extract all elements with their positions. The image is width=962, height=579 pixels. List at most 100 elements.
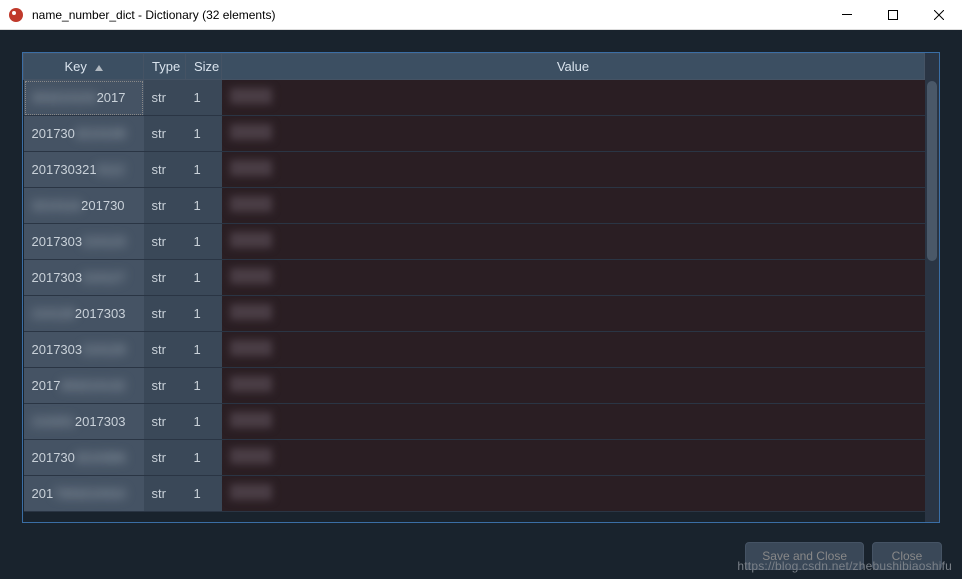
type-cell[interactable]: str <box>144 80 186 116</box>
type-cell[interactable]: str <box>144 332 186 368</box>
table-wrapper: Key Type Size Value 3032101042017str1201… <box>22 52 940 523</box>
type-cell[interactable]: str <box>144 224 186 260</box>
size-cell[interactable]: 1 <box>186 476 222 512</box>
key-cell[interactable]: 2017303210306 <box>24 440 144 476</box>
key-cell[interactable]: 2017303210108 <box>24 116 144 152</box>
column-header-size[interactable]: Size <box>186 54 222 80</box>
value-cell[interactable] <box>222 224 925 260</box>
key-cell[interactable]: 2102012017303 <box>24 404 144 440</box>
table-row[interactable]: 2017303210112str1 <box>24 152 925 188</box>
key-visible-part: 201730 <box>32 126 75 141</box>
type-cell[interactable]: str <box>144 404 186 440</box>
type-cell[interactable]: str <box>144 188 186 224</box>
key-cell[interactable]: 3210116201730 <box>24 188 144 224</box>
key-cell[interactable]: 2101282017303 <box>24 296 144 332</box>
column-header-key[interactable]: Key <box>24 54 144 80</box>
column-header-type[interactable]: Type <box>144 54 186 80</box>
maximize-button[interactable] <box>870 0 916 29</box>
close-button[interactable] <box>916 0 962 29</box>
key-redacted-part: 3210116 <box>32 198 82 213</box>
key-redacted-part: 303210132 <box>60 378 125 393</box>
key-visible-part: 201730 <box>32 450 75 465</box>
value-cell[interactable] <box>222 260 925 296</box>
key-cell[interactable]: 2017303210129 <box>24 332 144 368</box>
value-redacted <box>230 124 272 140</box>
size-cell[interactable]: 1 <box>186 152 222 188</box>
type-cell[interactable]: str <box>144 440 186 476</box>
value-cell[interactable] <box>222 440 925 476</box>
key-cell[interactable]: 2017303210123 <box>24 224 144 260</box>
key-cell[interactable]: 2017303210310 <box>24 476 144 512</box>
table-row[interactable]: 3032101042017str1 <box>24 80 925 116</box>
key-redacted-part: 3210306 <box>75 450 126 465</box>
key-visible-part: 2017303 <box>75 306 126 321</box>
value-redacted <box>230 268 272 284</box>
size-cell[interactable]: 1 <box>186 116 222 152</box>
table-row[interactable]: 2017303210127str1 <box>24 260 925 296</box>
value-cell[interactable] <box>222 188 925 224</box>
table-row[interactable]: 2017303210129str1 <box>24 332 925 368</box>
key-visible-part: 2017303 <box>32 342 83 357</box>
value-cell[interactable] <box>222 368 925 404</box>
value-redacted <box>230 304 272 320</box>
type-cell[interactable]: str <box>144 368 186 404</box>
column-header-value[interactable]: Value <box>222 54 925 80</box>
table-row[interactable]: 2017303210306str1 <box>24 440 925 476</box>
value-cell[interactable] <box>222 404 925 440</box>
dictionary-table: Key Type Size Value 3032101042017str1201… <box>23 53 925 512</box>
table-row[interactable]: 2017303210310str1 <box>24 476 925 512</box>
table-row[interactable]: 2101282017303str1 <box>24 296 925 332</box>
table-row[interactable]: 2017303210132str1 <box>24 368 925 404</box>
app-icon <box>8 7 24 23</box>
key-visible-part: 2017 <box>32 378 61 393</box>
size-cell[interactable]: 1 <box>186 404 222 440</box>
key-cell[interactable]: 2017303210112 <box>24 152 144 188</box>
value-redacted <box>230 484 272 500</box>
key-visible-part: 2017303 <box>32 234 83 249</box>
size-cell[interactable]: 1 <box>186 80 222 116</box>
type-cell[interactable]: str <box>144 116 186 152</box>
type-cell[interactable]: str <box>144 152 186 188</box>
size-cell[interactable]: 1 <box>186 224 222 260</box>
table-row[interactable]: 3210116201730str1 <box>24 188 925 224</box>
size-cell[interactable]: 1 <box>186 296 222 332</box>
key-visible-part: 2017 <box>97 90 126 105</box>
value-cell[interactable] <box>222 116 925 152</box>
key-cell[interactable]: 2017303210127 <box>24 260 144 296</box>
value-cell[interactable] <box>222 152 925 188</box>
value-redacted <box>230 412 272 428</box>
size-cell[interactable]: 1 <box>186 368 222 404</box>
sort-ascending-icon <box>95 65 103 71</box>
value-cell[interactable] <box>222 296 925 332</box>
minimize-button[interactable] <box>824 0 870 29</box>
table-row[interactable]: 2102012017303str1 <box>24 404 925 440</box>
key-visible-part: 2017303 <box>75 414 126 429</box>
key-redacted-part: 0112 <box>97 162 125 177</box>
key-cell[interactable]: 2017303210132 <box>24 368 144 404</box>
size-cell[interactable]: 1 <box>186 260 222 296</box>
key-cell[interactable]: 3032101042017 <box>24 80 144 116</box>
type-cell[interactable]: str <box>144 476 186 512</box>
vertical-scrollbar[interactable] <box>925 53 939 522</box>
scrollbar-thumb[interactable] <box>927 81 937 261</box>
value-cell[interactable] <box>222 332 925 368</box>
value-redacted <box>230 88 272 104</box>
size-cell[interactable]: 1 <box>186 188 222 224</box>
type-cell[interactable]: str <box>144 296 186 332</box>
size-cell[interactable]: 1 <box>186 440 222 476</box>
type-cell[interactable]: str <box>144 260 186 296</box>
watermark: https://blog.csdn.net/zhebushibiaoshifu <box>737 559 952 573</box>
value-cell[interactable] <box>222 476 925 512</box>
table-row[interactable]: 2017303210123str1 <box>24 224 925 260</box>
value-redacted <box>230 196 272 212</box>
value-cell[interactable] <box>222 80 925 116</box>
key-redacted-part: 7303210310 <box>53 486 125 501</box>
table-row[interactable]: 2017303210108str1 <box>24 116 925 152</box>
column-header-key-label: Key <box>64 59 86 74</box>
size-cell[interactable]: 1 <box>186 332 222 368</box>
window-title: name_number_dict - Dictionary (32 elemen… <box>32 8 824 22</box>
table-scroll: Key Type Size Value 3032101042017str1201… <box>23 53 925 522</box>
key-redacted-part: 210201 <box>32 414 75 429</box>
key-redacted-part: 210123 <box>82 234 125 249</box>
key-redacted-part: 210127 <box>82 270 125 285</box>
